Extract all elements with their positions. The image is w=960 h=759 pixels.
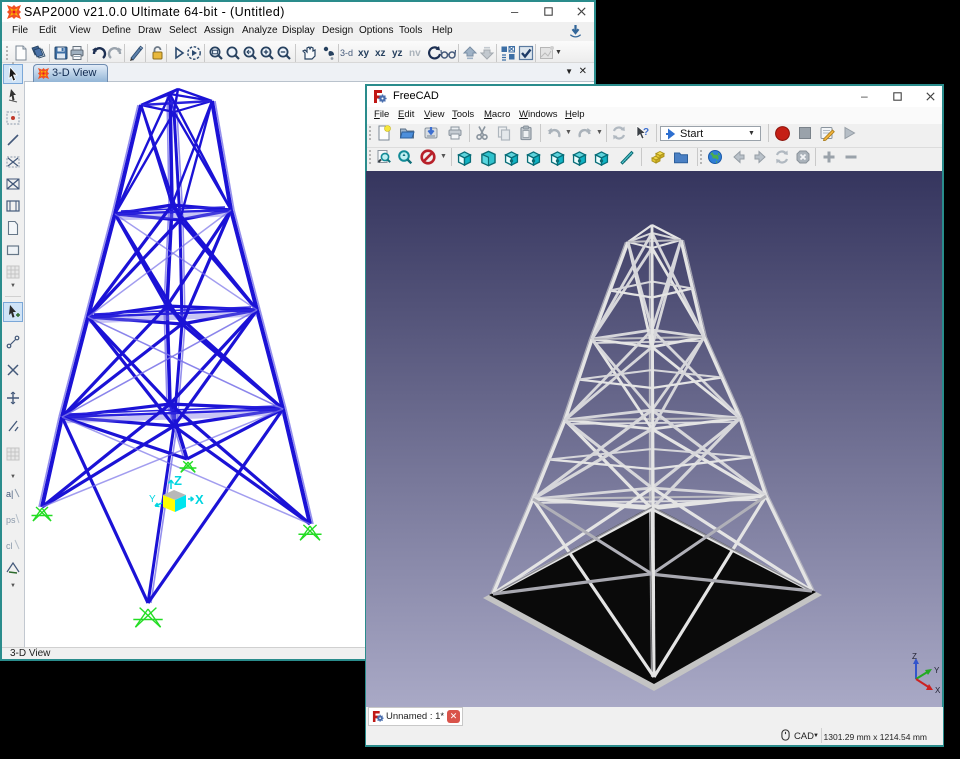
svg-text:?: ? [643, 127, 649, 138]
svg-text:X: X [935, 686, 941, 695]
svg-text:X: X [195, 492, 204, 507]
svg-text:Y: Y [149, 494, 156, 505]
svg-text:ps: ps [6, 515, 16, 525]
svg-text:Z: Z [174, 473, 182, 488]
svg-text:Z: Z [912, 652, 917, 661]
svg-text:Y: Y [934, 666, 940, 675]
svg-text:cl: cl [6, 541, 13, 551]
svg-text:a|: a| [6, 489, 13, 499]
